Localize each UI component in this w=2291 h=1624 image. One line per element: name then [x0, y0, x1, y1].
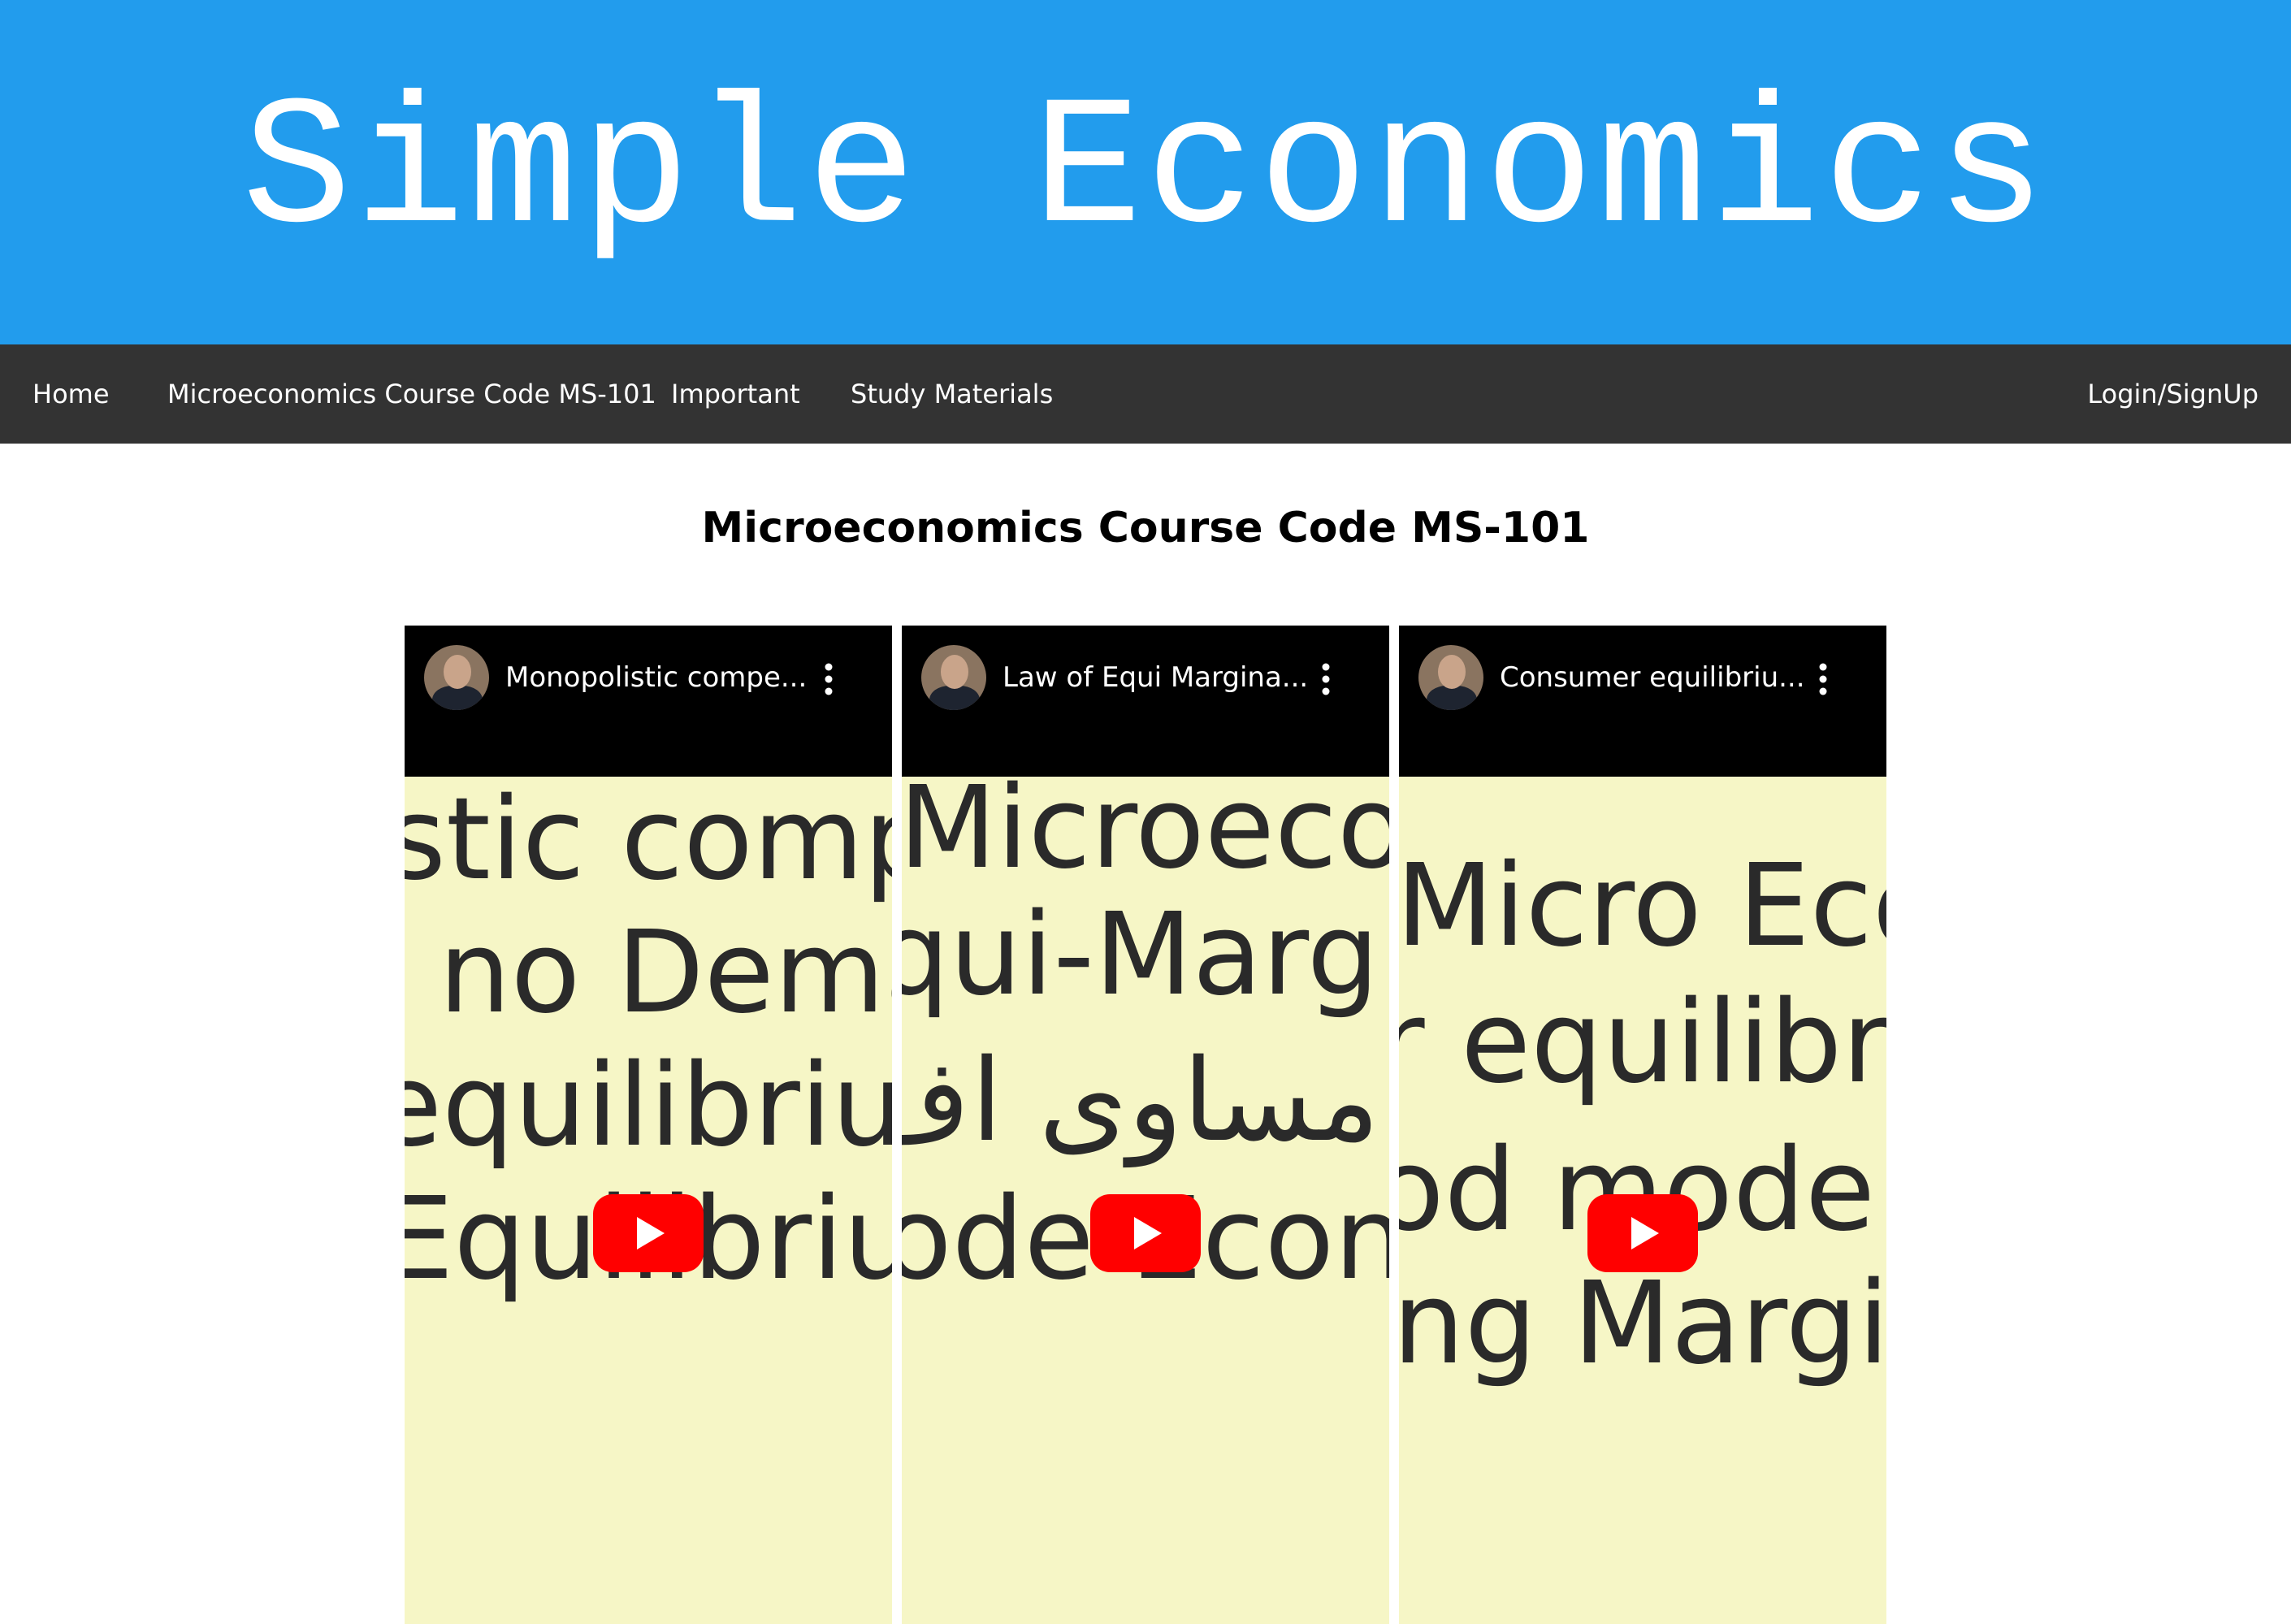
site-banner: Simple Economics	[0, 0, 2291, 344]
thumbnail-text: r equilibr	[1399, 977, 1886, 1109]
more-vert-icon[interactable]	[1813, 661, 1833, 697]
youtube-play-icon[interactable]	[593, 1194, 704, 1272]
channel-avatar[interactable]	[424, 645, 489, 710]
thumbnail-text: no Dema	[439, 907, 892, 1039]
video-title[interactable]: Monopolistic compe...	[505, 645, 814, 710]
thumbnail-text: stic compe	[405, 777, 892, 906]
nav-item-study-materials[interactable]: Study Materials	[851, 344, 1053, 444]
login-signup-link[interactable]: Login/SignUp	[2087, 344, 2259, 444]
video-embed-1[interactable]: stic compe no Dema equilibrium Equilibri…	[405, 626, 892, 1624]
video-embed-2[interactable]: Microeco qui-Margin ن مساوی اف ode Econ …	[902, 626, 1389, 1624]
thumbnail-text: ng Margi	[1399, 1258, 1886, 1390]
nav-item-microeconomics[interactable]: Microeconomics Course Code MS-101	[167, 344, 656, 444]
site-title: Simple Economics	[241, 68, 2050, 275]
youtube-play-icon[interactable]	[1090, 1194, 1201, 1272]
thumbnail-text: ن مساوی اف	[902, 1035, 1389, 1167]
thumbnail-text: qui-Margin	[902, 889, 1389, 1021]
nav-bar: Home Microeconomics Course Code MS-101 I…	[0, 344, 2291, 444]
nav-item-home[interactable]: Home	[32, 344, 110, 444]
channel-avatar[interactable]	[921, 645, 986, 710]
video-header: Consumer equilibriu...	[1399, 626, 1886, 777]
video-embed-3[interactable]: Micro Eco r equilibr od mode ng Margi Co…	[1399, 626, 1886, 1624]
thumbnail-text: equilibrium	[405, 1040, 892, 1172]
channel-avatar[interactable]	[1418, 645, 1483, 710]
thumbnail-text: Microeco	[902, 777, 1389, 894]
thumbnail-text: Micro Eco	[1399, 840, 1886, 972]
video-title[interactable]: Law of Equi Margina...	[1003, 645, 1311, 710]
more-vert-icon[interactable]	[819, 661, 838, 697]
video-header: Law of Equi Margina...	[902, 626, 1389, 777]
video-header: Monopolistic compe...	[405, 626, 892, 777]
nav-item-important[interactable]: Important	[671, 344, 800, 444]
youtube-play-icon[interactable]	[1587, 1194, 1698, 1272]
page-title: Microeconomics Course Code MS-101	[701, 504, 1590, 552]
video-title[interactable]: Consumer equilibriu...	[1500, 645, 1808, 710]
more-vert-icon[interactable]	[1316, 661, 1336, 697]
